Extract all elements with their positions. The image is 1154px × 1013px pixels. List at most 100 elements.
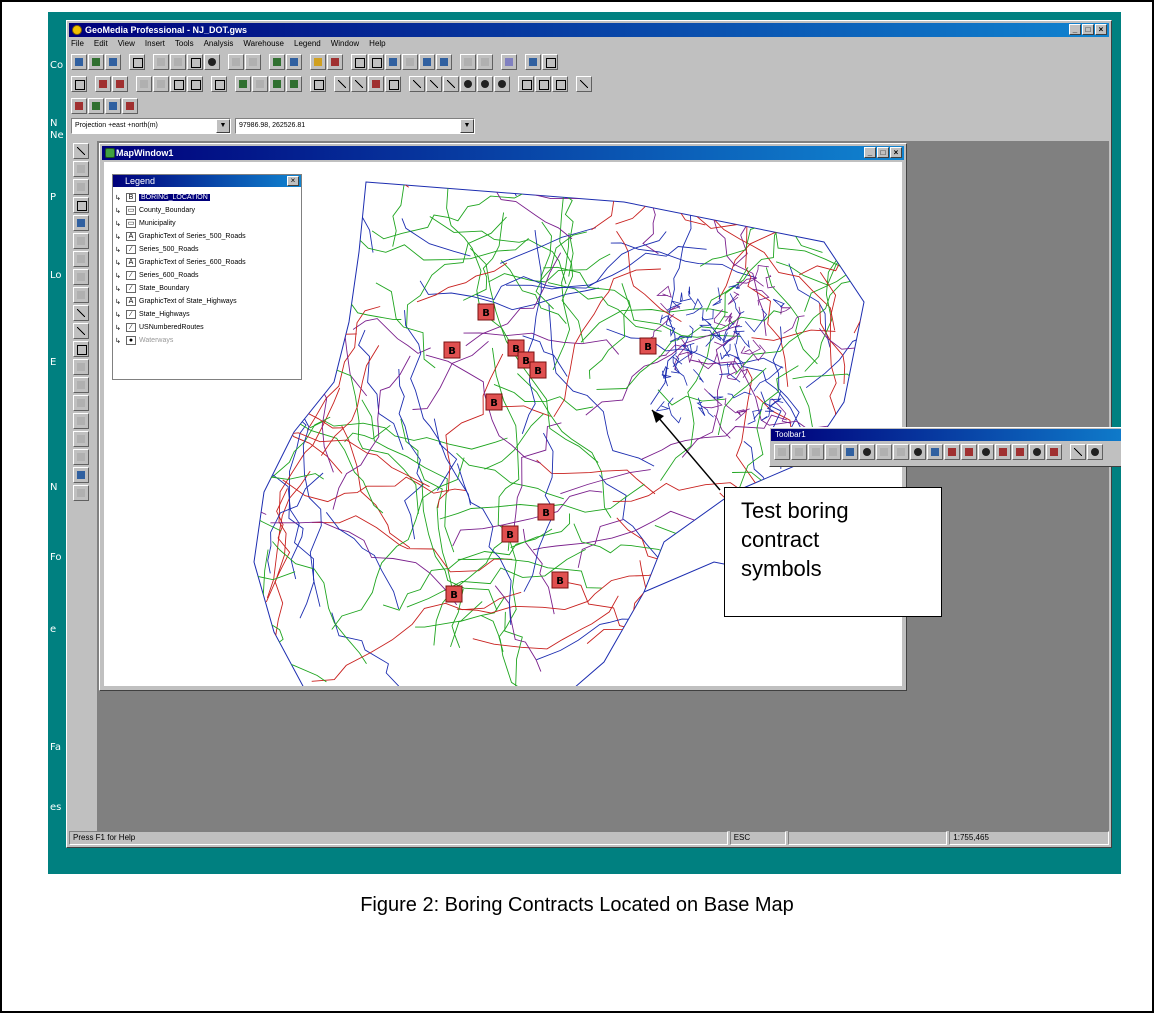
minimize-button[interactable]: _	[864, 147, 876, 158]
toolbar-button[interactable]	[542, 54, 558, 70]
toolbar-button[interactable]	[73, 143, 89, 159]
toolbar-button[interactable]	[73, 359, 89, 375]
toolbar-button[interactable]	[71, 76, 87, 92]
toolbar-button[interactable]	[419, 54, 435, 70]
chevron-down-icon[interactable]: ▼	[216, 119, 230, 133]
toolbar-button[interactable]	[73, 467, 89, 483]
toolbar-button[interactable]	[170, 76, 186, 92]
toolbar-button[interactable]	[88, 54, 104, 70]
menu-view[interactable]: View	[118, 38, 135, 50]
boring-location-symbol[interactable]: B	[485, 393, 503, 411]
legend-item[interactable]: ↳ B BORING_LOCATION	[115, 191, 299, 204]
toolbar-button[interactable]	[518, 76, 534, 92]
toolbar1-button[interactable]	[791, 444, 807, 460]
toolbar-button[interactable]	[402, 54, 418, 70]
toolbar-button[interactable]	[73, 287, 89, 303]
menu-legend[interactable]: Legend	[294, 38, 321, 50]
toolbar-button[interactable]	[112, 76, 128, 92]
display-toggle-icon[interactable]: ↳	[115, 285, 123, 293]
legend-item[interactable]: ↳ ● Waterways	[115, 334, 299, 347]
desktop-label[interactable]: P	[50, 192, 56, 203]
toolbar-button[interactable]	[245, 54, 261, 70]
toolbar-button[interactable]	[73, 161, 89, 177]
display-toggle-icon[interactable]: ↳	[115, 220, 123, 228]
legend-item[interactable]: ↳ A GraphicText of Series_500_Roads	[115, 230, 299, 243]
toolbar-button[interactable]	[535, 76, 551, 92]
toolbar-button[interactable]	[252, 76, 268, 92]
menu-file[interactable]: File	[71, 38, 84, 50]
legend-item[interactable]: ↳ ∕ Series_500_Roads	[115, 243, 299, 256]
toolbar-button[interactable]	[73, 233, 89, 249]
toolbar-button[interactable]	[73, 179, 89, 195]
desktop-label[interactable]: e	[50, 624, 56, 635]
toolbar-button[interactable]	[576, 76, 592, 92]
zoom-out-button[interactable]	[368, 54, 384, 70]
display-toggle-icon[interactable]: ↳	[115, 259, 123, 267]
toolbar-button[interactable]	[73, 215, 89, 231]
display-toggle-icon[interactable]: ↳	[115, 207, 123, 215]
toolbar1-button[interactable]	[859, 444, 875, 460]
toolbar-button[interactable]	[73, 323, 89, 339]
toolbar-button[interactable]	[477, 54, 493, 70]
toolbar-button[interactable]	[122, 98, 138, 114]
toolbar-button[interactable]	[228, 54, 244, 70]
menu-edit[interactable]: Edit	[94, 38, 108, 50]
toolbar1-button[interactable]	[944, 444, 960, 460]
toolbar-button[interactable]	[170, 54, 186, 70]
display-toggle-icon[interactable]: ↳	[115, 246, 123, 254]
toolbar-button[interactable]	[552, 76, 568, 92]
toolbar-button[interactable]	[269, 76, 285, 92]
toolbar-button[interactable]	[235, 76, 251, 92]
desktop-label[interactable]: Fo	[50, 552, 62, 563]
toolbar-button[interactable]	[73, 431, 89, 447]
desktop-label[interactable]: Co	[50, 60, 63, 71]
toolbar1-button[interactable]	[1029, 444, 1045, 460]
legend-item[interactable]: ↳ A GraphicText of Series_600_Roads	[115, 256, 299, 269]
toolbar-button[interactable]	[73, 449, 89, 465]
boring-location-symbol[interactable]: B	[443, 341, 461, 359]
toolbar-button[interactable]	[494, 76, 510, 92]
menu-warehouse[interactable]: Warehouse	[243, 38, 284, 50]
toolbar-button[interactable]	[73, 269, 89, 285]
boring-location-symbol[interactable]: B	[501, 525, 519, 543]
legend-item[interactable]: ↳ ∕ State_Highways	[115, 308, 299, 321]
toolbar-button[interactable]	[460, 54, 476, 70]
legend-item[interactable]: ↳ ∕ State_Boundary	[115, 282, 299, 295]
minimize-button[interactable]: _	[1069, 24, 1081, 35]
toolbar-button[interactable]	[73, 485, 89, 501]
legend-item[interactable]: ↳ ∕ Series_600_Roads	[115, 269, 299, 282]
menu-analysis[interactable]: Analysis	[204, 38, 234, 50]
toolbar-button[interactable]	[105, 54, 121, 70]
toolbar-button[interactable]	[88, 98, 104, 114]
boring-location-symbol[interactable]: B	[551, 571, 569, 589]
display-toggle-icon[interactable]: ↳	[115, 298, 123, 306]
toolbar-button[interactable]	[73, 413, 89, 429]
toolbar-button[interactable]	[426, 76, 442, 92]
legend-item[interactable]: ↳ A GraphicText of State_Highways	[115, 295, 299, 308]
toolbar-button[interactable]	[385, 54, 401, 70]
toolbar-button[interactable]	[409, 76, 425, 92]
desktop-label[interactable]: es	[50, 802, 61, 813]
toolbar-button[interactable]	[327, 54, 343, 70]
help-button[interactable]	[525, 54, 541, 70]
toolbar-button[interactable]	[368, 76, 384, 92]
toolbar-button[interactable]	[477, 76, 493, 92]
display-toggle-icon[interactable]: ↳	[115, 324, 123, 332]
toolbar1-button[interactable]	[808, 444, 824, 460]
map-window-titlebar[interactable]: MapWindow1 _ □ ×	[102, 146, 904, 160]
legend-item[interactable]: ↳ ∕ USNumberedRoutes	[115, 321, 299, 334]
maximize-button[interactable]: □	[877, 147, 889, 158]
toolbar1-button[interactable]	[774, 444, 790, 460]
toolbar-button[interactable]	[73, 197, 89, 213]
app-titlebar[interactable]: GeoMedia Professional - NJ_DOT.gws _ □ ×	[69, 23, 1109, 37]
map-window-icon[interactable]	[105, 148, 115, 158]
toolbar1-button[interactable]	[1087, 444, 1103, 460]
boring-location-symbol[interactable]: B	[639, 337, 657, 355]
toolbar1-button[interactable]	[842, 444, 858, 460]
boring-location-symbol[interactable]: B	[529, 361, 547, 379]
toolbar-button[interactable]	[269, 54, 285, 70]
menu-window[interactable]: Window	[331, 38, 359, 50]
toolbar-button[interactable]	[73, 395, 89, 411]
toolbar1-button[interactable]	[1012, 444, 1028, 460]
toolbar-button[interactable]	[436, 54, 452, 70]
